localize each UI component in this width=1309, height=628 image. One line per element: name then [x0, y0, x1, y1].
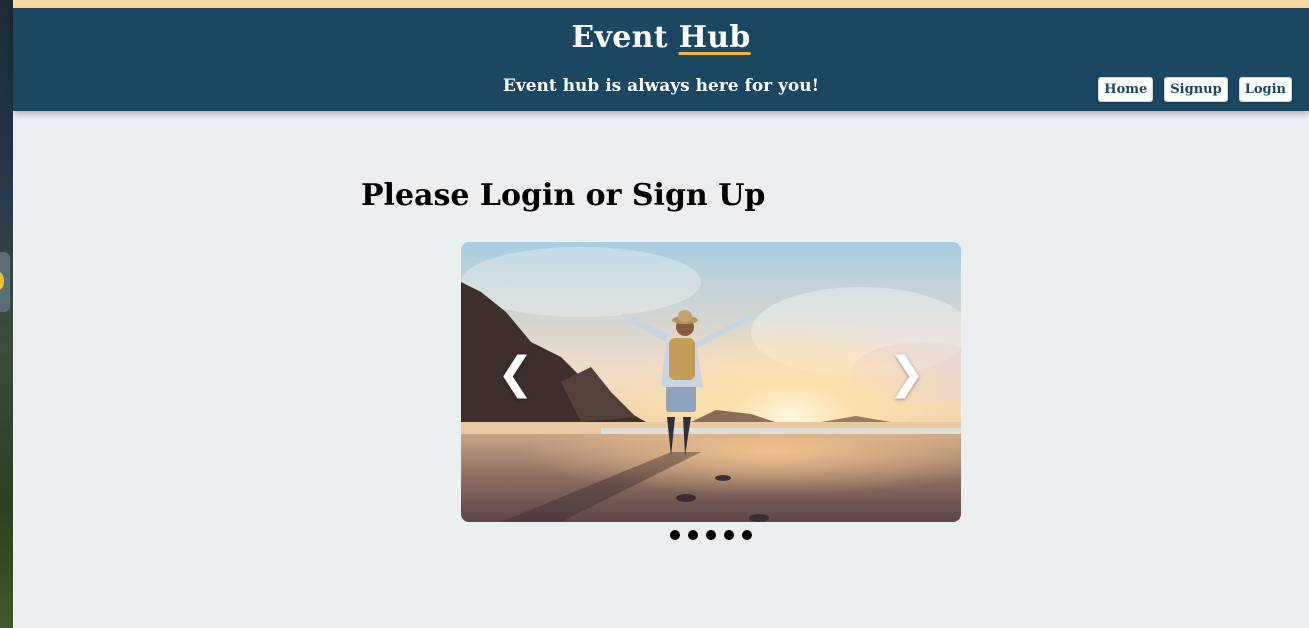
brand-word-event: Event: [571, 20, 668, 55]
nav-home-button[interactable]: Home: [1098, 77, 1154, 102]
carousel-dot-3[interactable]: [706, 530, 716, 540]
carousel-slide-image: [461, 242, 961, 522]
carousel-dot-5[interactable]: [742, 530, 752, 540]
site-header: Event Hub Event hub is always here for y…: [13, 8, 1309, 111]
side-panel-edge: [0, 0, 13, 628]
carousel-dot-1[interactable]: [670, 530, 680, 540]
image-carousel[interactable]: ❮ ❯: [461, 242, 961, 522]
carousel-prev-icon[interactable]: ❮: [497, 352, 534, 396]
brand-word-hub: Hub: [678, 20, 751, 55]
main-nav: Home Signup Login: [1098, 77, 1292, 102]
top-accent-bar: [13, 0, 1309, 8]
nav-signup-button[interactable]: Signup: [1164, 77, 1228, 102]
page-title: Please Login or Sign Up: [361, 178, 766, 213]
brand-title[interactable]: Event Hub: [13, 20, 1309, 55]
carousel-next-icon[interactable]: ❯: [888, 352, 925, 396]
carousel-dot-2[interactable]: [688, 530, 698, 540]
carousel-indicators: [670, 530, 752, 540]
carousel-dot-4[interactable]: [724, 530, 734, 540]
nav-login-button[interactable]: Login: [1238, 77, 1292, 102]
